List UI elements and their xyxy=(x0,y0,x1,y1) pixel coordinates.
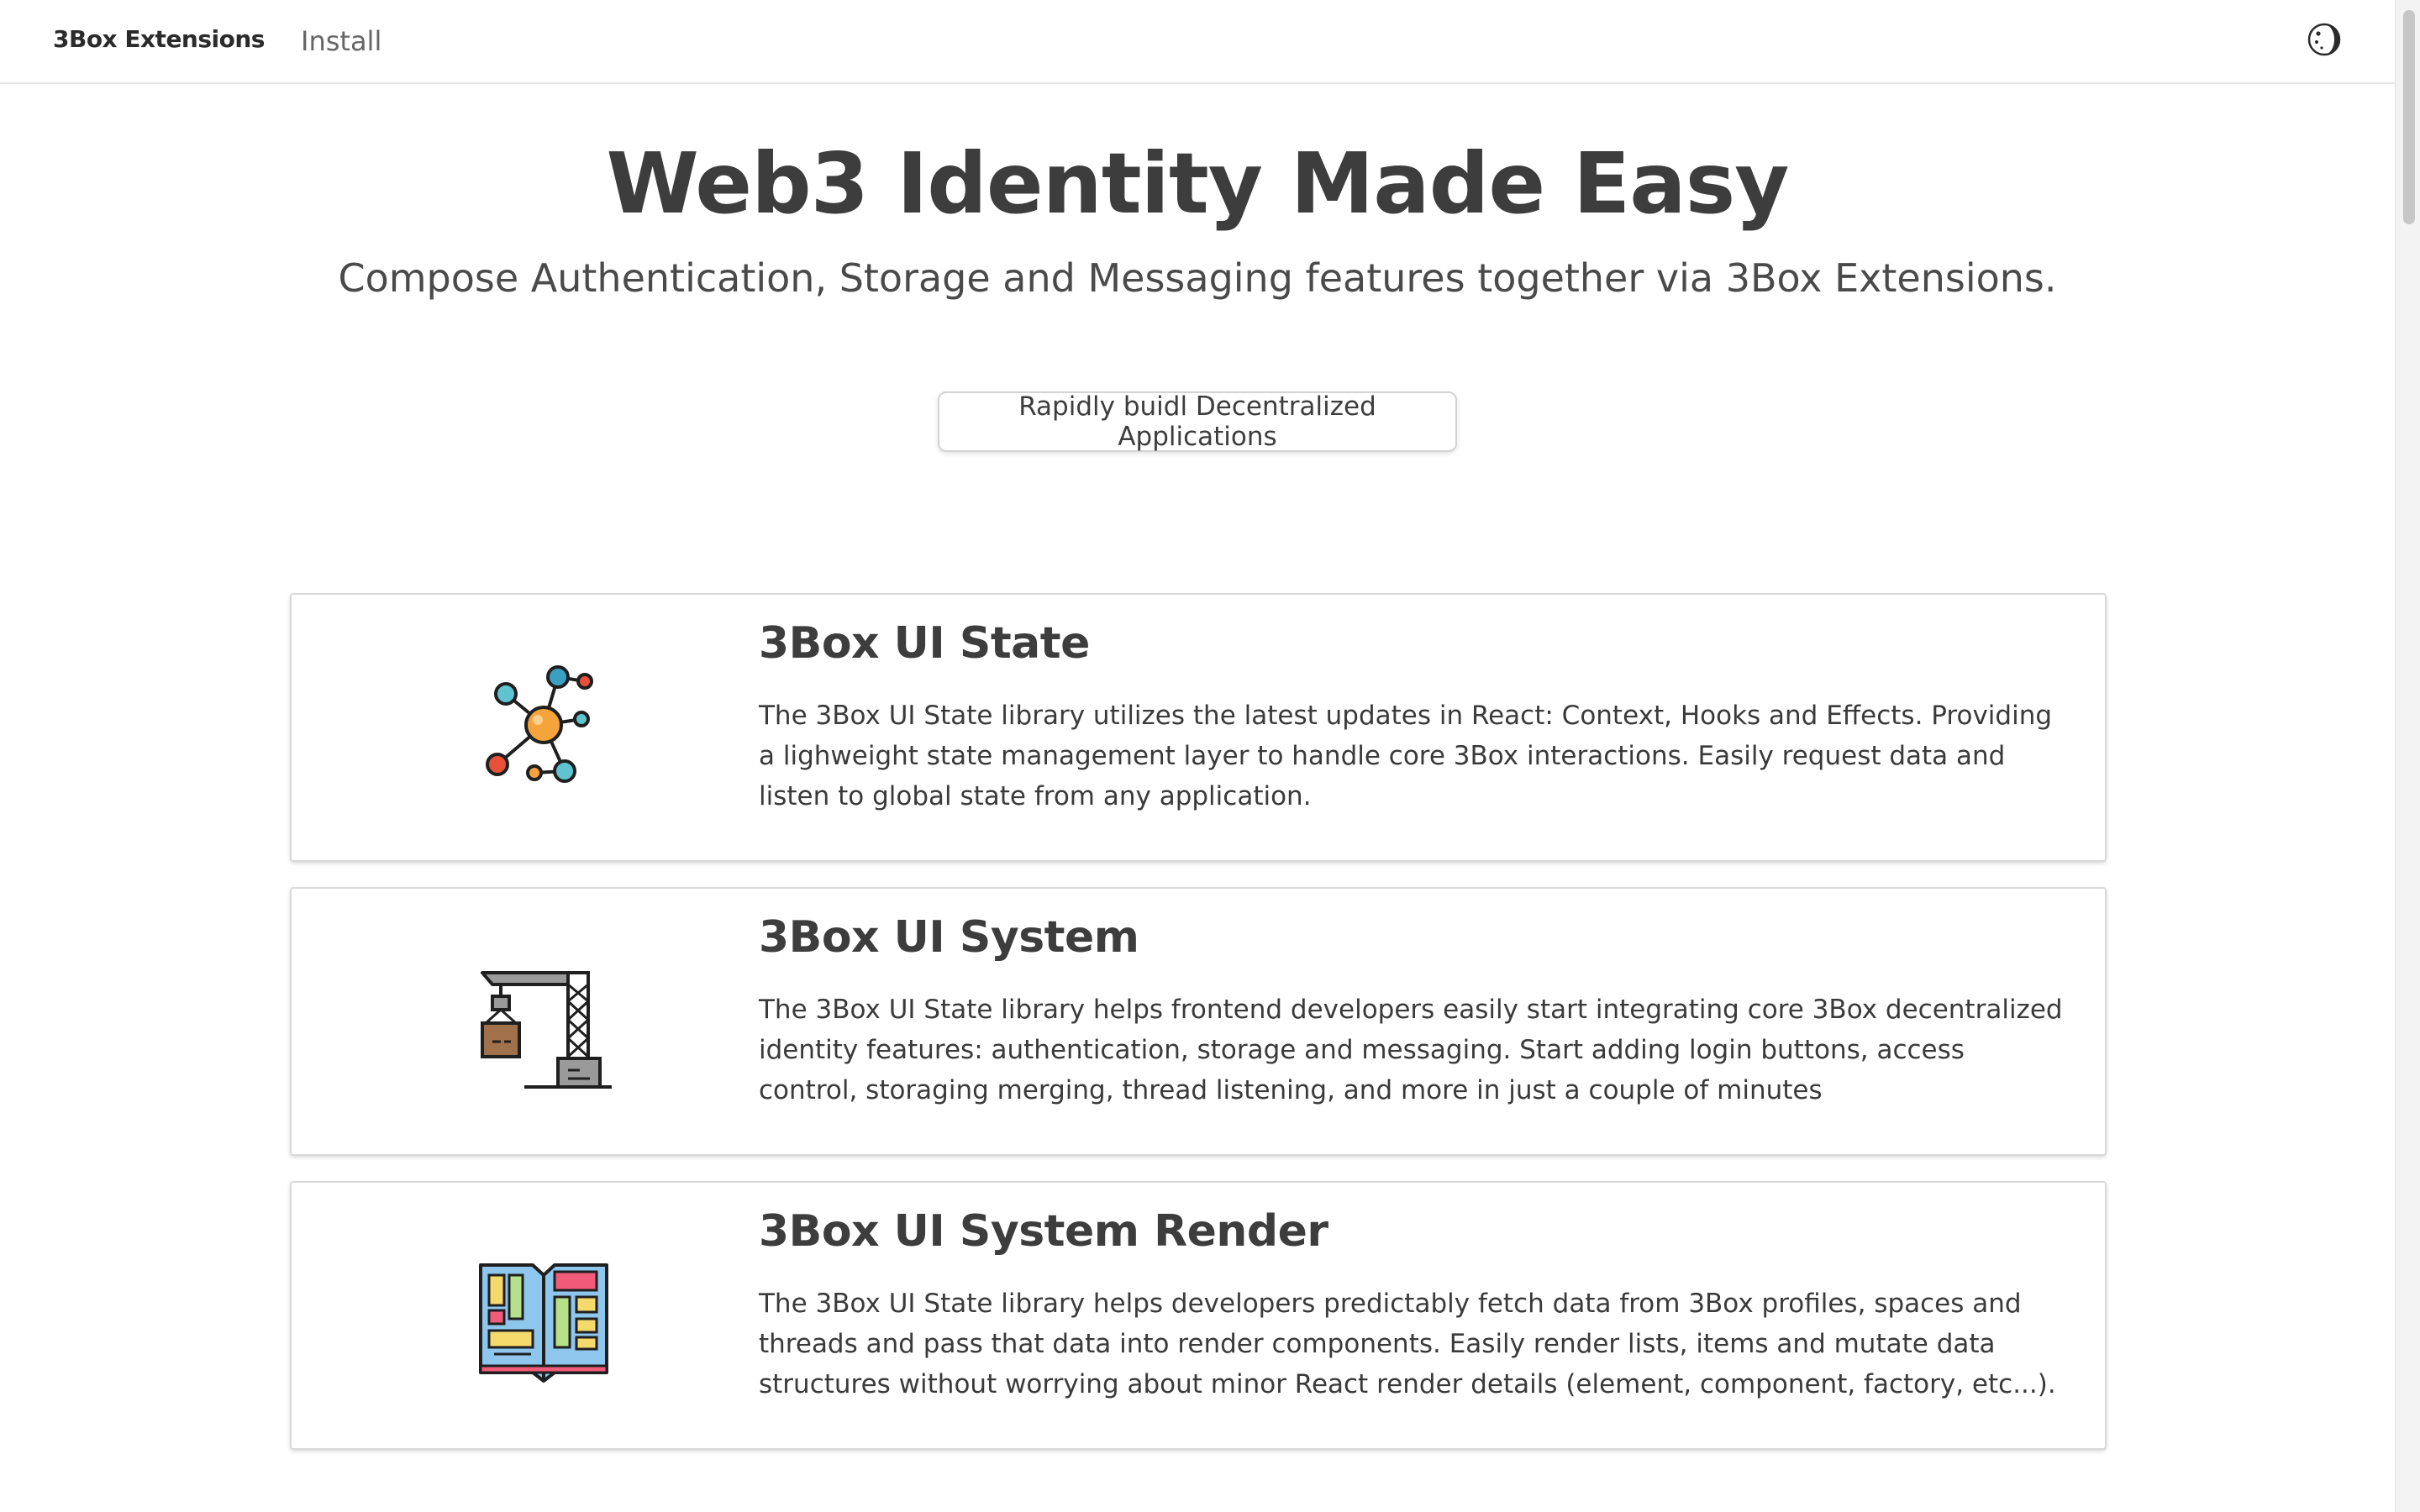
brand-link[interactable]: 3Box Extensions xyxy=(53,25,265,53)
card-title: 3Box UI State xyxy=(759,618,1090,669)
network-nodes-icon xyxy=(486,665,593,783)
feature-card-ui-state: 3Box UI State The 3Box UI State library … xyxy=(290,593,2107,862)
nav-link-install[interactable]: Install xyxy=(301,25,381,57)
card-description: The 3Box UI State library utilizes the l… xyxy=(759,701,2053,811)
card-description: The 3Box UI State library helps develope… xyxy=(759,1289,2056,1399)
crane-icon xyxy=(481,971,612,1089)
top-nav: 3Box Extensions Install xyxy=(0,0,2395,84)
page: 3Box Extensions Install Web3 Identity Ma… xyxy=(0,0,2395,1512)
card-title: 3Box UI System Render xyxy=(759,1206,1328,1257)
feature-card-ui-system: 3Box UI System The 3Box UI State library… xyxy=(290,887,2107,1156)
layout-book-icon xyxy=(479,1263,608,1383)
page-title: Web3 Identity Made Easy xyxy=(606,134,1790,233)
page-scrollbar[interactable] xyxy=(2395,0,2420,1512)
feature-card-ui-system-render: 3Box UI System Render The 3Box UI State … xyxy=(290,1181,2107,1450)
theme-toggle-icon[interactable] xyxy=(2307,22,2342,57)
card-description: The 3Box UI State library helps frontend… xyxy=(759,995,2063,1105)
page-subtitle: Compose Authentication, Storage and Mess… xyxy=(338,255,2057,301)
card-title: 3Box UI System xyxy=(759,912,1139,963)
scrollbar-thumb[interactable] xyxy=(2403,10,2415,224)
cta-button[interactable]: Rapidly buidl Decentralized Applications xyxy=(938,391,1457,452)
